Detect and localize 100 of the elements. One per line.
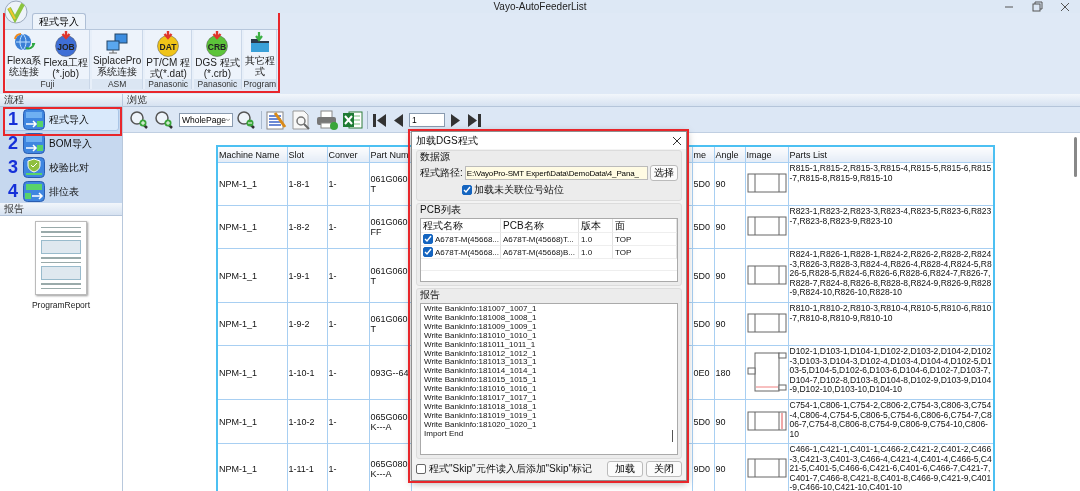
table-cell: 1- — [327, 345, 369, 400]
column-header[interactable]: Part Num — [369, 146, 411, 163]
ribbon-button[interactable]: CRB DGS 程式 (*.crb) — [194, 30, 241, 79]
step-item[interactable]: 1 程式导入 — [3, 108, 119, 131]
dialog-button[interactable]: 加载 — [607, 461, 643, 477]
table-cell: 1-8-1 — [287, 162, 327, 206]
column-header[interactable]: Angle — [714, 146, 745, 163]
ribbon-tab[interactable]: 程式导入 — [32, 13, 86, 29]
printer-icon[interactable] — [315, 108, 339, 131]
group-label: Program — [243, 79, 277, 89]
table-cell: NPM-1_1 — [217, 205, 287, 249]
column-header[interactable]: Conver — [327, 146, 369, 163]
browse-button[interactable]: 选择 — [650, 165, 678, 181]
dialog-title: 加载DGS程式 — [416, 133, 478, 148]
report-label: ProgramReport — [31, 300, 91, 310]
group-legend: 数据源 — [420, 151, 678, 163]
report-edit-icon[interactable] — [265, 108, 287, 131]
table-cell: 5D0 — [692, 302, 714, 346]
group-label: Panasonic — [145, 79, 192, 89]
ribbon-button[interactable]: 其它程 式 — [243, 30, 276, 79]
step-item[interactable]: 3 校验比对 — [3, 156, 119, 179]
table-cell: 1- — [327, 162, 369, 206]
table-cell: NPM-1_1 — [217, 345, 287, 400]
table-cell: 1- — [327, 399, 369, 444]
table-cell: C754-1,C806-1,C754-2,C806-2,C754-3,C806-3,C754-4,C806-4,C754-5,C806-5,C754-6,C806-6,C754-7,C806-7,C754-8,C806-8,C754-9,C806-9,C754-10,C806-10 — [788, 399, 994, 444]
transfer-icon — [23, 133, 45, 154]
report-thumbnail[interactable] — [35, 221, 87, 295]
table-cell: 1.0 — [579, 233, 613, 246]
column-header[interactable]: Parts List — [788, 146, 994, 163]
footprint-drawing — [746, 351, 787, 392]
table-cell: A678T-M(45668... — [435, 234, 500, 244]
scrollbar-thumb[interactable] — [672, 430, 673, 442]
table-cell: A678T-M(45668)B... — [501, 246, 579, 259]
page-field[interactable]: 1 — [409, 112, 445, 127]
group-label: ASM — [91, 79, 143, 89]
table-cell: R815-1,R815-2,R815-3,R815-4,R815-5,R815-6,R815-7,R815-8,R815-9,R815-10 — [788, 162, 994, 206]
column-header[interactable]: Image — [745, 146, 788, 163]
pane-header: 浏览 — [123, 94, 1080, 107]
preview-icon[interactable] — [290, 108, 312, 131]
table-cell: 1-8-2 — [287, 205, 327, 249]
footprint-drawing — [746, 172, 787, 194]
table-cell: 90 — [714, 302, 745, 346]
table-cell: 5D0 — [692, 399, 714, 444]
dialog-button[interactable]: 关闭 — [646, 461, 682, 477]
table-cell: 1-9-1 — [287, 248, 327, 303]
ribbon-button[interactable]: Flexa系 统连接 — [6, 30, 43, 79]
table-cell: 5D0 — [692, 248, 714, 303]
footprint-drawing — [746, 312, 787, 334]
close-icon[interactable] — [672, 135, 682, 146]
transfer-icon — [23, 109, 45, 130]
path-field[interactable]: E:\VayoPro-SMT Expert\Data\DemoData\4_Pana_ — [464, 166, 648, 180]
column-header[interactable]: 面 — [613, 219, 677, 233]
checkbox[interactable] — [423, 247, 433, 257]
table-cell: 5D0 — [692, 205, 714, 249]
excel-icon[interactable] — [342, 108, 364, 131]
table-cell: 0E0 — [692, 345, 714, 400]
column-header[interactable]: Slot — [287, 146, 327, 163]
column-header[interactable]: Machine Name — [217, 146, 287, 163]
checkbox[interactable] — [416, 464, 426, 474]
table-cell: TOP — [613, 246, 677, 259]
table-cell: 1-11-1 — [287, 443, 327, 491]
ribbon-button[interactable]: DAT PT/CM 程 式(*.dat) — [145, 30, 192, 79]
checkbox[interactable] — [462, 185, 472, 195]
table-cell: R823-1,R823-2,R823-3,R823-4,R823-5,R823-6,R823-7,R823-8,R823-9,R823-10 — [788, 205, 994, 249]
table-cell: NPM-1_1 — [217, 443, 287, 491]
column-header[interactable]: me — [692, 146, 714, 163]
column-header[interactable]: 程式名称 — [421, 219, 501, 233]
shield-icon — [23, 157, 45, 178]
table-cell: 5D0 — [692, 162, 714, 206]
table-cell: 1- — [327, 443, 369, 491]
transfer-icon — [23, 181, 45, 202]
pane-header: 流程 — [0, 94, 122, 107]
table-cell: TOP — [613, 233, 677, 246]
column-header[interactable]: 版本 — [579, 219, 613, 233]
scrollbar-thumb[interactable] — [1074, 137, 1077, 177]
ribbon-button[interactable]: SiplacePro 系统连接 — [91, 30, 143, 79]
ribbon-button[interactable]: JOB Flexa工程 (*.job) — [42, 30, 89, 79]
checkbox[interactable] — [423, 234, 433, 244]
table-cell: R810-1,R810-2,R810-3,R810-4,R810-5,R810-6,R810-7,R810-8,R810-9,R810-10 — [788, 302, 994, 346]
footprint-drawing — [746, 215, 787, 237]
table-cell: NPM-1_1 — [217, 302, 287, 346]
table-cell: 1-10-1 — [287, 345, 327, 400]
table-cell: A678T-M(45668... — [435, 247, 500, 257]
window-title: Vayo-AutoFeederList — [493, 1, 587, 12]
group-label: Panasonic — [194, 79, 241, 89]
column-header[interactable]: PCB名称 — [501, 219, 579, 233]
step-item[interactable]: 2 BOM导入 — [3, 132, 119, 155]
table-cell: 90 — [714, 443, 745, 491]
monitors-icon — [104, 31, 131, 55]
table-cell: 1- — [327, 248, 369, 303]
zoom-select[interactable]: WholePage — [179, 112, 233, 127]
group-legend: 报告 — [420, 289, 678, 301]
table-cell: NPM-1_1 — [217, 162, 287, 206]
checkbox-label: 加载未关联位号站位 — [474, 183, 564, 197]
checkbox-label: 程式"Skip"元件读入后添加"Skip"标记 — [429, 462, 593, 476]
table-cell: 1- — [327, 205, 369, 249]
step-item[interactable]: 4 排位表 — [3, 180, 119, 203]
table-cell: 1-10-2 — [287, 399, 327, 444]
check-icon — [463, 186, 471, 194]
table-cell: 180 — [714, 345, 745, 400]
